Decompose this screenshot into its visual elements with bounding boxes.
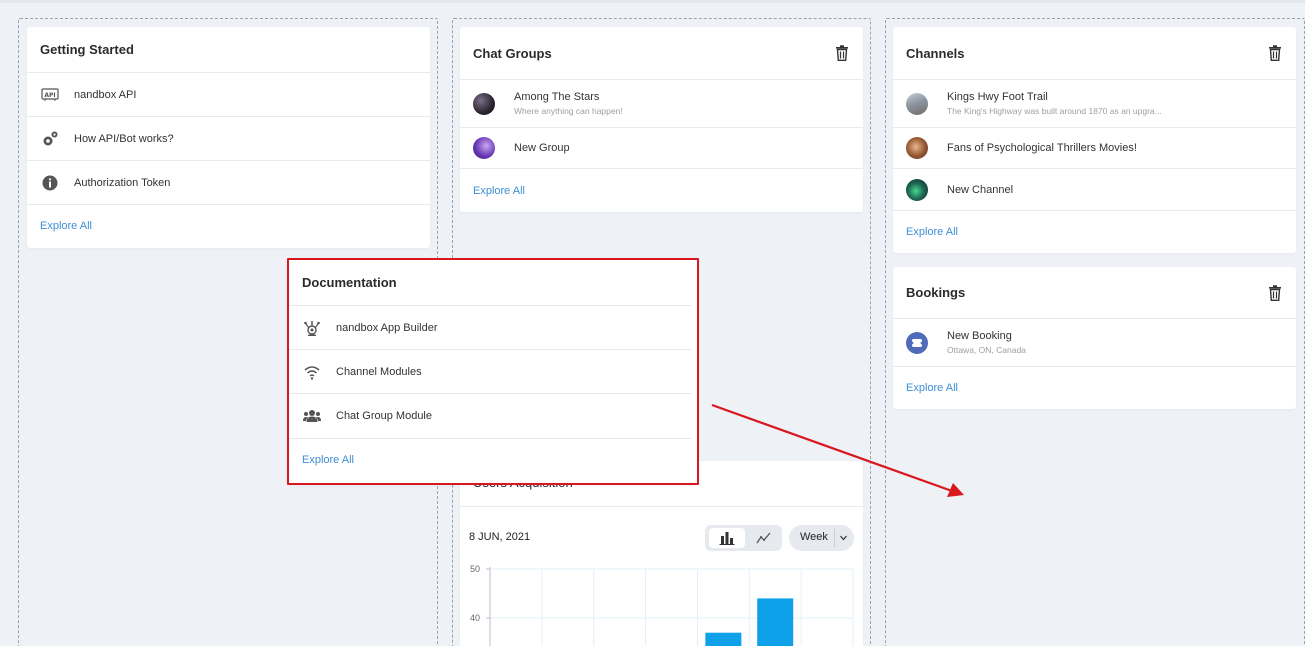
api-icon: API	[40, 85, 60, 105]
chat-groups-header: Chat Groups	[460, 27, 863, 80]
channel-avatar	[906, 178, 928, 201]
booking-avatar	[906, 331, 928, 354]
list-item-authorization-token[interactable]: Authorization Token	[27, 161, 430, 205]
list-item-kings-hwy[interactable]: Kings Hwy Foot Trail The King's Highway …	[893, 80, 1296, 128]
y-tick-label: 50	[470, 564, 480, 574]
bar-chart-toggle-button[interactable]	[709, 528, 745, 548]
list-item-label: Chat Group Module	[336, 410, 432, 422]
list-item-app-builder[interactable]: nandbox App Builder	[289, 306, 692, 350]
top-bar	[0, 0, 1305, 3]
wifi-icon	[302, 362, 322, 382]
channels-card: Channels Kings Hwy Foot Trail The King's…	[893, 27, 1296, 253]
list-item-label: New Group	[514, 142, 570, 154]
bookings-card: Bookings New Booking Ottawa, ON, Canada …	[893, 267, 1296, 409]
list-item-label: Fans of Psychological Thrillers Movies!	[947, 142, 1137, 154]
card-title: Getting Started	[40, 42, 134, 57]
group-avatar	[473, 137, 495, 159]
users-acquisition-chart: 50 40	[470, 564, 854, 646]
line-chart-toggle-button[interactable]	[749, 528, 779, 548]
chart-bar[interactable]	[757, 598, 794, 646]
users-acquisition-card: Users Acquisition 8 JUN, 2021 Week 5040	[460, 461, 863, 646]
list-item-subtitle: Ottawa, ON, Canada	[947, 345, 1026, 355]
card-title: Documentation	[302, 275, 397, 290]
gears-icon	[40, 129, 60, 149]
list-item-label: Channel Modules	[336, 365, 422, 378]
getting-started-header: Getting Started	[27, 27, 430, 73]
chat-groups-card: Chat Groups Among The Stars Where anythi…	[460, 27, 863, 212]
svg-text:API: API	[44, 92, 55, 99]
list-item-label: Kings Hwy Foot Trail	[947, 91, 1048, 103]
list-item-nandbox-api[interactable]: API nandbox API	[27, 73, 430, 117]
explore-all-link[interactable]: Explore All	[289, 439, 697, 481]
list-item-new-channel[interactable]: New Channel	[893, 169, 1296, 211]
list-item-subtitle: Where anything can happen!	[514, 106, 623, 116]
list-item-fans-thrillers[interactable]: Fans of Psychological Thrillers Movies!	[893, 128, 1296, 169]
line-chart-icon	[756, 532, 771, 544]
list-item-new-group[interactable]: New Group	[460, 128, 863, 169]
trash-icon[interactable]	[835, 45, 849, 61]
bar-chart-icon	[719, 532, 735, 545]
list-item-label: How API/Bot works?	[74, 132, 174, 145]
list-item-among-the-stars[interactable]: Among The Stars Where anything can happe…	[460, 80, 863, 128]
list-item-new-booking[interactable]: New Booking Ottawa, ON, Canada	[893, 319, 1296, 367]
period-select[interactable]: Week	[789, 525, 854, 551]
chart-bar[interactable]	[705, 632, 742, 646]
list-item-label: Among The Stars	[514, 91, 600, 103]
card-title: Chat Groups	[473, 45, 552, 61]
users-icon	[302, 406, 322, 426]
group-avatar	[473, 92, 495, 115]
list-item-label: Authorization Token	[74, 176, 171, 189]
list-item-label: New Booking	[947, 330, 1012, 342]
explore-all-link[interactable]: Explore All	[27, 205, 430, 247]
app-builder-icon	[302, 318, 322, 338]
explore-all-link[interactable]: Explore All	[460, 169, 863, 212]
documentation-header: Documentation	[289, 260, 692, 306]
card-title: Bookings	[906, 285, 966, 300]
list-item-chat-group-module[interactable]: Chat Group Module	[289, 394, 692, 439]
getting-started-card: Getting Started API nandbox API How API/…	[27, 27, 430, 248]
list-item-subtitle: The King's Highway was built around 1870…	[947, 106, 1162, 116]
select-divider	[834, 529, 835, 547]
channels-header: Channels	[893, 27, 1296, 80]
y-tick-label: 40	[470, 613, 480, 623]
chart-date: 8 JUN, 2021	[469, 531, 531, 543]
channel-avatar	[906, 137, 928, 159]
chevron-down-icon	[840, 535, 847, 541]
explore-all-link[interactable]: Explore All	[893, 367, 1296, 409]
ticket-icon	[911, 338, 923, 347]
chart-type-toggle	[705, 525, 782, 551]
explore-all-link[interactable]: Explore All	[893, 211, 1296, 253]
channel-avatar	[906, 92, 928, 115]
trash-icon[interactable]	[1268, 45, 1282, 61]
card-title: Channels	[906, 45, 965, 61]
info-icon	[40, 173, 60, 193]
trash-icon[interactable]	[1268, 284, 1282, 301]
bookings-header: Bookings	[893, 267, 1296, 319]
list-item-label: nandbox App Builder	[336, 321, 438, 334]
list-item-how-api-works[interactable]: How API/Bot works?	[27, 117, 430, 161]
period-select-value: Week	[800, 531, 828, 543]
list-item-label: New Channel	[947, 183, 1014, 196]
list-item-channel-modules[interactable]: Channel Modules	[289, 350, 692, 394]
list-item-label: nandbox API	[74, 88, 137, 101]
documentation-card: Documentation nandbox App Builder Channe…	[287, 258, 699, 485]
